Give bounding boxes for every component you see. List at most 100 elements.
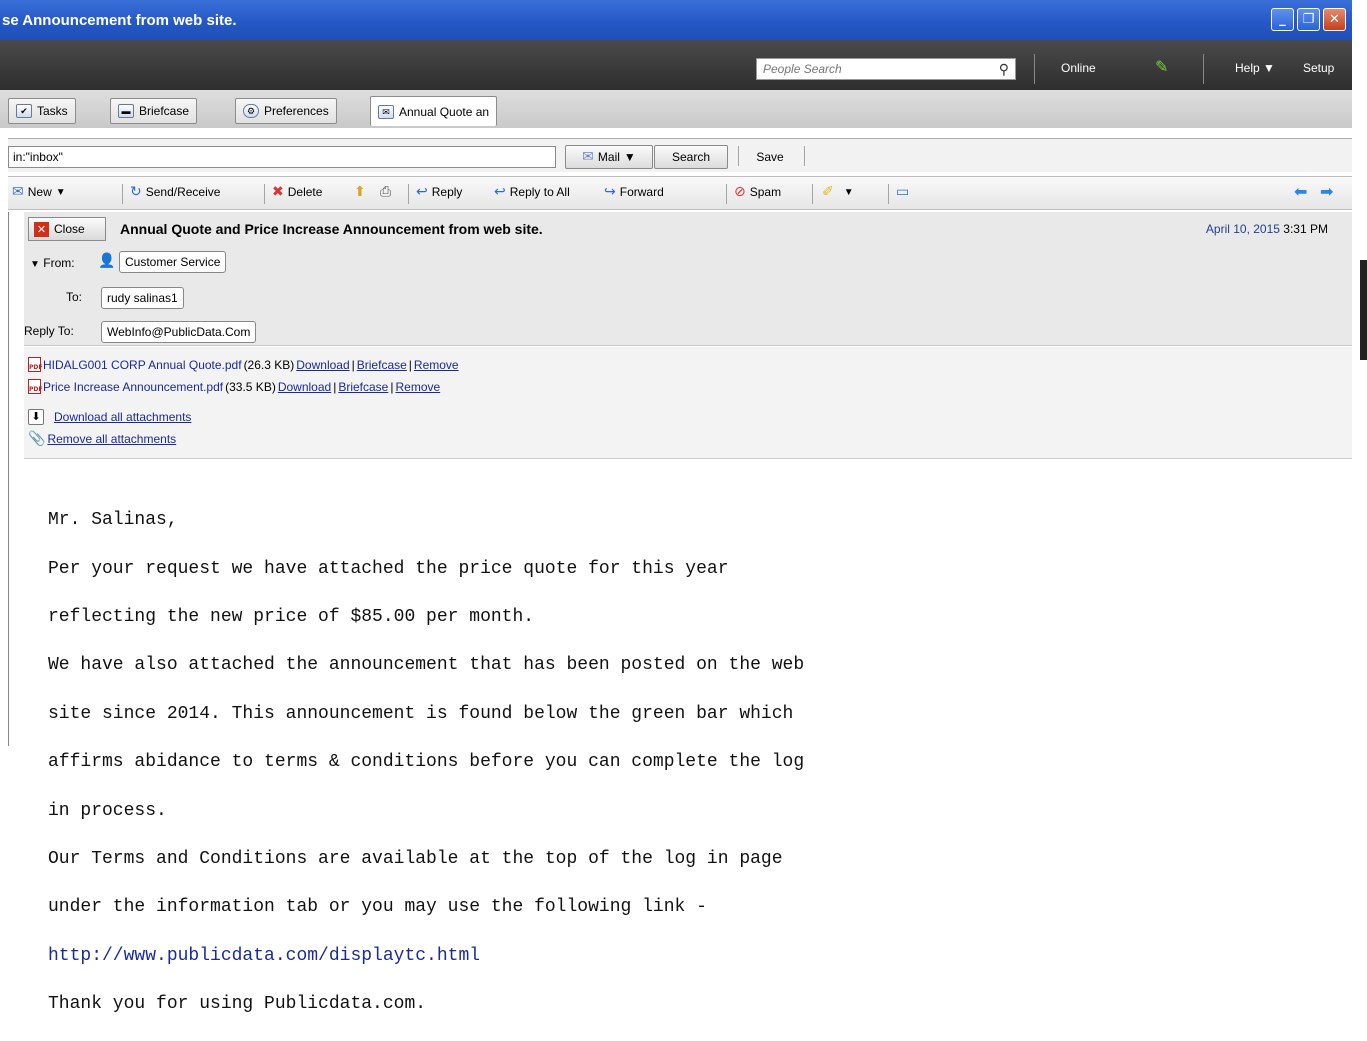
tab-label: Tasks <box>37 104 68 118</box>
forward-icon: ↪ <box>604 184 616 200</box>
top-bar: ⚲ Online ✎ Help ▼ Setup <box>0 40 1352 90</box>
gear-icon: ⚙ <box>243 104 259 118</box>
forward-button[interactable]: ↪ Forward <box>604 185 664 199</box>
to-address[interactable]: rudy salinas1 <box>101 287 184 309</box>
arrow-right-icon: ➡ <box>1320 182 1334 201</box>
briefcase-link[interactable]: Briefcase <box>357 358 407 372</box>
tab-tasks[interactable]: ✔ Tasks <box>8 98 76 124</box>
spam-icon: ⊘ <box>734 184 746 200</box>
view-button[interactable]: ▭ <box>896 185 909 199</box>
body-line: affirms abidance to terms & conditions b… <box>48 752 805 773</box>
message-date: April 10, 2015 3:31 PM <box>1206 222 1328 236</box>
envelope-icon: ✉ <box>378 104 394 119</box>
body-line: Our Terms and Conditions are available a… <box>48 849 783 870</box>
restore-button[interactable]: ❐ <box>1297 8 1320 31</box>
window-title: se Announcement from web site. <box>2 11 237 29</box>
body-line: Mr. Salinas, <box>48 510 178 531</box>
chevron-down-icon: ▼ <box>623 150 636 164</box>
refresh-icon: ↻ <box>130 184 142 200</box>
app-tabs: ✔ Tasks ▬ Briefcase ⚙ Preferences ✉ Annu… <box>0 90 1352 128</box>
reply-all-label: Reply to All <box>509 185 570 199</box>
search-icon[interactable]: ⚲ <box>999 61 1009 78</box>
delete-icon: ✖ <box>272 184 284 200</box>
reply-icon: ↩ <box>416 184 428 200</box>
window-icon: ▭ <box>896 184 910 200</box>
online-status[interactable]: Online <box>1061 61 1096 75</box>
tab-preferences[interactable]: ⚙ Preferences <box>235 98 337 124</box>
body-line: site since 2014. This announcement is fo… <box>48 703 794 724</box>
reply-all-button[interactable]: ↩ Reply to All <box>494 185 570 199</box>
setup-link[interactable]: Setup <box>1303 61 1334 75</box>
tab-message[interactable]: ✉ Annual Quote an <box>370 96 498 126</box>
forward-label: Forward <box>619 185 664 199</box>
briefcase-link[interactable]: Briefcase <box>338 380 388 394</box>
divider <box>264 184 265 204</box>
from-expand[interactable]: ▼ From: <box>30 256 75 270</box>
search-input[interactable] <box>8 146 556 168</box>
attachments-panel: PDF HIDALG001 CORP Annual Quote.pdf (26.… <box>24 347 1352 459</box>
reply-button[interactable]: ↩ Reply <box>416 185 462 199</box>
save-search-button[interactable]: Save <box>744 145 796 169</box>
separator: | <box>390 379 394 394</box>
tab-briefcase[interactable]: ▬ Briefcase <box>110 98 198 124</box>
from-address[interactable]: Customer Service <box>119 251 227 273</box>
chevron-down-icon[interactable]: ▼ <box>30 259 40 270</box>
remove-all-row: 📎 Remove all attachments <box>28 432 176 446</box>
mail-toolbar: ✉ New ▼ ↻ Send/Receive ✖ Delete ⬆ ⎙ ↩ Re… <box>8 176 1352 210</box>
people-search[interactable]: ⚲ <box>756 58 1016 80</box>
chevron-down-icon[interactable]: ▼ <box>56 187 66 198</box>
reply-to-address[interactable]: WebInfo@PublicData.Com <box>101 321 257 343</box>
remove-link[interactable]: Remove <box>414 358 459 372</box>
message-subject: Annual Quote and Price Increase Announce… <box>120 221 543 237</box>
from-label: From: <box>43 256 75 270</box>
spam-button[interactable]: ⊘ Spam <box>734 185 781 199</box>
attachment-name[interactable]: HIDALG001 CORP Annual Quote.pdf <box>43 358 242 372</box>
attachment-name[interactable]: Price Increase Announcement.pdf <box>43 380 223 394</box>
folder-move-icon: ⬆ <box>354 184 366 200</box>
window-edge <box>1352 0 1367 836</box>
remove-all-link[interactable]: Remove all attachments <box>47 432 176 446</box>
search-type-dropdown[interactable]: ✉ Mail ▼ <box>565 145 653 169</box>
send-receive-button[interactable]: ↻ Send/Receive <box>130 185 220 199</box>
divider <box>812 184 813 204</box>
tag-icon: ✐ <box>822 184 834 200</box>
divider <box>888 184 889 204</box>
body-line: Per your request we have attached the pr… <box>48 558 729 579</box>
divider <box>408 184 409 204</box>
tag-button[interactable]: ✐ ▼ <box>822 185 854 199</box>
pane-border <box>8 212 9 746</box>
chevron-down-icon[interactable]: ▼ <box>844 187 854 198</box>
download-link[interactable]: Download <box>296 358 349 372</box>
separator: | <box>408 357 412 372</box>
background-window <box>1360 260 1367 360</box>
move-button[interactable]: ⬆ <box>354 185 366 199</box>
print-button[interactable]: ⎙ <box>380 185 391 199</box>
arrow-left-icon: ⬅ <box>1294 182 1308 201</box>
people-search-input[interactable] <box>763 62 983 76</box>
remove-link[interactable]: Remove <box>395 380 440 394</box>
body-line: We have also attached the announcement t… <box>48 655 805 676</box>
new-button[interactable]: ✉ New ▼ <box>12 185 66 199</box>
new-mail-icon: ✉ <box>12 184 24 200</box>
close-window-button[interactable]: ✕ <box>1323 8 1346 31</box>
plug-icon[interactable]: ✎ <box>1155 57 1168 77</box>
next-message-button[interactable]: ➡ <box>1320 182 1334 201</box>
window-titlebar: se Announcement from web site. _ ❐ ✕ <box>0 0 1352 40</box>
previous-message-button[interactable]: ⬅ <box>1294 182 1308 201</box>
terms-link[interactable]: http://www.publicdata.com/displaytc.html <box>48 944 1348 968</box>
download-all-row: ⬇ Download all attachments <box>28 409 191 425</box>
body-line: in process. <box>48 800 167 821</box>
search-button[interactable]: Search <box>654 145 728 169</box>
close-message-button[interactable]: ✕ Close <box>28 217 106 241</box>
help-menu[interactable]: Help ▼ <box>1235 61 1275 75</box>
chevron-down-icon: ▼ <box>1263 61 1275 75</box>
new-label: New <box>27 185 52 199</box>
minimize-button[interactable]: _ <box>1271 8 1294 31</box>
message-body: Mr. Salinas, Per your request we have at… <box>48 484 1348 1041</box>
download-all-link[interactable]: Download all attachments <box>54 410 191 424</box>
delete-button[interactable]: ✖ Delete <box>272 185 322 199</box>
close-icon: ✕ <box>34 221 49 237</box>
window-controls: _ ❐ ✕ <box>1271 8 1346 31</box>
download-link[interactable]: Download <box>278 380 331 394</box>
search-bar: ✉ Mail ▼ Search Save <box>8 138 1352 172</box>
